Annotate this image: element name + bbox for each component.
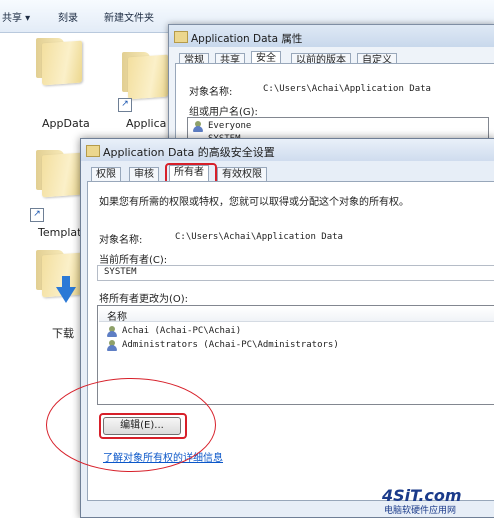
download-folder-label[interactable]: 下载 [52,325,74,341]
application-folder-label[interactable]: Applica [126,117,166,130]
object-name-label: 对象名称: [99,235,143,246]
current-owner-field: SYSTEM [97,265,494,281]
properties-titlebar[interactable]: Application Data 属性 [169,25,494,47]
advanced-title: Application Data 的高级安全设置 [103,146,275,159]
object-name-value: C:\Users\Achai\Application Data [175,232,343,242]
appdata-folder-label[interactable]: AppData [42,117,90,130]
shortcut-arrow-icon: ↗ [30,208,44,222]
folder-icon [174,29,188,43]
templates-folder-icon[interactable] [34,150,84,198]
advanced-titlebar[interactable]: Application Data 的高级安全设置 [81,139,494,161]
annotation-oval [46,378,216,472]
download-arrow-head-icon [56,287,76,303]
group-users-label: 组或用户名(G): [189,107,258,118]
column-header-name[interactable]: 名称 [99,307,494,323]
application-folder-icon[interactable] [120,52,170,100]
list-item[interactable]: Achai (Achai-PC\Achai) [122,326,241,336]
user-group-icon [106,340,118,351]
tab-permissions[interactable]: 权限 [91,167,121,182]
new-folder-button[interactable]: 新建文件夹 [104,9,154,24]
properties-title: Application Data 属性 [191,33,303,45]
list-item[interactable]: Administrators (Achai-PC\Administrators) [122,340,339,350]
list-item[interactable]: Everyone [208,121,251,131]
shortcut-arrow-icon: ↗ [118,98,132,112]
share-menu[interactable]: 共享 ▾ [2,9,30,24]
burn-button[interactable]: 刻录 [58,9,78,24]
watermark-tagline: 电脑软硬件应用网 [384,506,457,516]
tab-auditing[interactable]: 审核 [129,167,159,182]
change-owner-label: 将所有者更改为(O): [99,294,189,305]
current-owner-value: SYSTEM [104,267,137,277]
object-name-label: 对象名称: [189,87,233,98]
appdata-folder-icon[interactable] [34,38,84,86]
owner-description: 如果您有所需的权限或特权，您就可以取得或分配这个对象的所有权。 [99,197,409,208]
current-owner-label: 当前所有者(C): [99,255,168,266]
tab-effective-permissions[interactable]: 有效权限 [217,167,267,182]
user-icon [106,326,118,337]
column-header-label: 名称 [107,312,127,323]
folder-icon [86,143,100,157]
object-name-value: C:\Users\Achai\Application Data [263,84,431,94]
user-group-icon [192,121,204,132]
